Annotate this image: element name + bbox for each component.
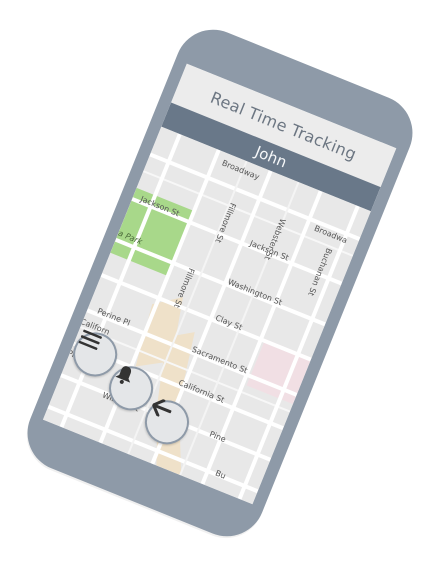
phone-frame: Real Time Tracking John Broadway Broadwa… [16,18,424,548]
app-screen: Real Time Tracking John Broadway Broadwa… [42,63,397,505]
menu-icon [78,329,102,350]
